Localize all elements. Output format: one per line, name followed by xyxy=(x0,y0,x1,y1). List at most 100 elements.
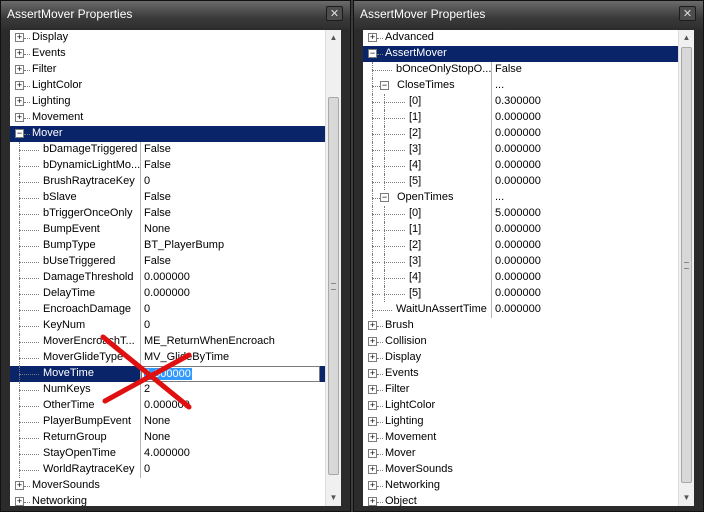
property-row[interactable]: [3] 0.000000 xyxy=(363,254,678,270)
property-row[interactable]: bTriggerOnceOnly False xyxy=(10,206,325,222)
expand-icon[interactable]: + xyxy=(368,353,377,362)
left-scroll-thumb[interactable] xyxy=(328,97,339,475)
property-row[interactable]: bUseTriggered False xyxy=(10,254,325,270)
category-row[interactable]: + Events xyxy=(363,366,678,382)
right-close-button[interactable]: ✕ xyxy=(679,6,696,21)
property-value[interactable]: 0.000000 xyxy=(495,303,541,315)
category-row[interactable]: + Brush xyxy=(363,318,678,334)
category-row[interactable]: + Movement xyxy=(10,110,325,126)
category-row[interactable]: + Events xyxy=(10,46,325,62)
property-value[interactable]: 0 xyxy=(144,175,150,187)
property-value[interactable]: False xyxy=(144,255,171,267)
property-value[interactable]: 0.000000 xyxy=(495,111,541,123)
property-value[interactable]: 0.000000 xyxy=(495,175,541,187)
category-row[interactable]: + Lighting xyxy=(10,94,325,110)
property-row[interactable]: [2] 0.000000 xyxy=(363,238,678,254)
category-row[interactable]: + MoverSounds xyxy=(10,478,325,494)
property-value[interactable]: 0.300000 xyxy=(495,95,541,107)
collapse-icon[interactable]: − xyxy=(368,49,377,58)
property-value[interactable]: 0.000000 xyxy=(495,271,541,283)
category-row[interactable]: + Mover xyxy=(363,446,678,462)
property-row[interactable]: bSlave False xyxy=(10,190,325,206)
property-row[interactable]: DelayTime 0.000000 xyxy=(10,286,325,302)
category-row[interactable]: + Filter xyxy=(10,62,325,78)
property-value[interactable]: 0.000000 xyxy=(144,271,190,283)
expand-icon[interactable]: + xyxy=(368,481,377,490)
property-row[interactable]: bOnceOnlyStopO... False xyxy=(363,62,678,78)
property-value[interactable]: 0.000000 xyxy=(144,287,190,299)
property-row[interactable]: [2] 0.000000 xyxy=(363,126,678,142)
property-value[interactable]: 5.000000 xyxy=(495,207,541,219)
category-row[interactable]: + Movement xyxy=(363,430,678,446)
category-row[interactable]: − AssertMover xyxy=(363,46,678,62)
expand-icon[interactable]: + xyxy=(15,49,24,58)
category-row[interactable]: + MoverSounds xyxy=(363,462,678,478)
right-scroll-thumb[interactable] xyxy=(681,47,692,483)
collapse-icon[interactable]: − xyxy=(15,129,24,138)
property-value[interactable]: 0.000000 xyxy=(495,255,541,267)
expand-icon[interactable]: + xyxy=(368,449,377,458)
property-row[interactable]: [5] 0.000000 xyxy=(363,286,678,302)
category-row[interactable]: + LightColor xyxy=(363,398,678,414)
right-scrollbar[interactable]: ▲ ▼ xyxy=(678,30,694,506)
property-row[interactable]: bDamageTriggered False xyxy=(10,142,325,158)
property-value[interactable]: ... xyxy=(495,191,504,203)
property-value[interactable]: False xyxy=(144,143,171,155)
category-row[interactable]: + Networking xyxy=(363,478,678,494)
expand-icon[interactable]: + xyxy=(368,385,377,394)
property-row[interactable]: bDynamicLightMo... False xyxy=(10,158,325,174)
left-scroll-down-icon[interactable]: ▼ xyxy=(326,490,341,506)
category-row[interactable]: + Filter xyxy=(363,382,678,398)
expand-icon[interactable]: + xyxy=(368,433,377,442)
expand-icon[interactable]: + xyxy=(15,97,24,106)
category-row[interactable]: + Lighting xyxy=(363,414,678,430)
property-value[interactable]: 0 xyxy=(144,303,150,315)
property-value[interactable]: None xyxy=(144,223,170,235)
property-value[interactable]: 0.000000 xyxy=(495,143,541,155)
property-row[interactable]: EncroachDamage 0 xyxy=(10,302,325,318)
expand-icon[interactable]: + xyxy=(15,65,24,74)
expand-icon[interactable]: + xyxy=(368,465,377,474)
category-row[interactable]: + Display xyxy=(363,350,678,366)
property-row[interactable]: WorldRaytraceKey 0 xyxy=(10,462,325,478)
property-value[interactable]: 0 xyxy=(144,463,150,475)
left-scrollbar[interactable]: ▲ ▼ xyxy=(325,30,341,506)
right-titlebar[interactable]: AssertMover Properties ✕ xyxy=(354,1,703,29)
expand-icon[interactable]: + xyxy=(15,497,24,506)
left-scroll-up-icon[interactable]: ▲ xyxy=(326,30,341,46)
property-value[interactable]: False xyxy=(495,63,522,75)
property-row[interactable]: BrushRaytraceKey 0 xyxy=(10,174,325,190)
property-value[interactable]: ... xyxy=(495,79,504,91)
property-row[interactable]: BumpEvent None xyxy=(10,222,325,238)
left-titlebar[interactable]: AssertMover Properties ✕ xyxy=(1,1,350,29)
property-row[interactable]: [4] 0.000000 xyxy=(363,158,678,174)
property-row[interactable]: WaitUnAssertTime 0.000000 xyxy=(363,302,678,318)
expand-icon[interactable]: + xyxy=(368,401,377,410)
expand-icon[interactable]: + xyxy=(368,321,377,330)
collapse-icon[interactable]: − xyxy=(380,81,389,90)
property-value[interactable]: 0.000000 xyxy=(495,127,541,139)
property-row[interactable]: [3] 0.000000 xyxy=(363,142,678,158)
category-row[interactable]: + LightColor xyxy=(10,78,325,94)
property-value[interactable]: None xyxy=(144,415,170,427)
property-row[interactable]: [1] 0.000000 xyxy=(363,222,678,238)
property-row[interactable]: BumpType BT_PlayerBump xyxy=(10,238,325,254)
property-row[interactable]: − OpenTimes... xyxy=(363,190,678,206)
property-row[interactable]: PlayerBumpEvent None xyxy=(10,414,325,430)
property-value[interactable]: 0 xyxy=(144,319,150,331)
expand-icon[interactable]: + xyxy=(15,481,24,490)
property-row[interactable]: [1] 0.000000 xyxy=(363,110,678,126)
property-value[interactable]: 4.000000 xyxy=(144,447,190,459)
category-row[interactable]: + Collision xyxy=(363,334,678,350)
property-value[interactable]: False xyxy=(144,207,171,219)
category-row[interactable]: + Advanced xyxy=(363,30,678,46)
property-value[interactable]: 0.000000 xyxy=(495,159,541,171)
expand-icon[interactable]: + xyxy=(15,81,24,90)
property-row[interactable]: [0] 5.000000 xyxy=(363,206,678,222)
property-value[interactable]: False xyxy=(144,191,171,203)
expand-icon[interactable]: + xyxy=(368,337,377,346)
property-row[interactable]: ReturnGroup None xyxy=(10,430,325,446)
right-scroll-down-icon[interactable]: ▼ xyxy=(679,490,694,506)
property-value[interactable]: 0.000000 xyxy=(495,223,541,235)
property-row[interactable]: [0] 0.300000 xyxy=(363,94,678,110)
